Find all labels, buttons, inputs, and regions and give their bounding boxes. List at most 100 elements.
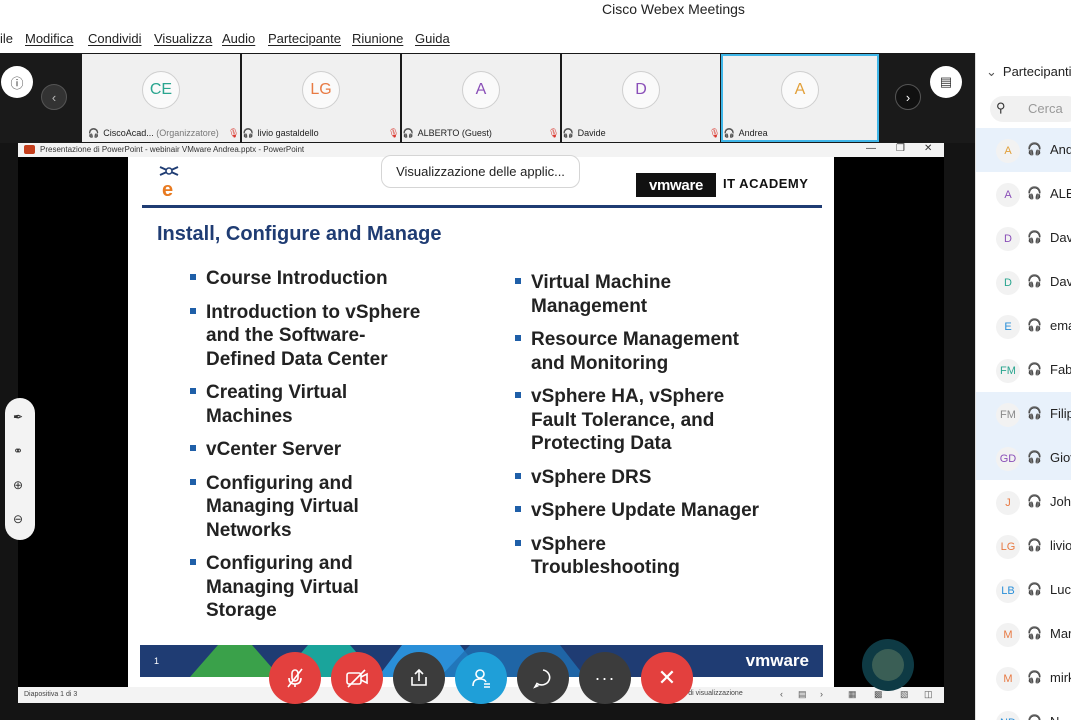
restore-icon[interactable]: ❐ [896,143,905,154]
menu-visualizza[interactable]: Visualizza [154,31,212,46]
list-item: vSphere HA, vSphere Fault Tolerance, and… [515,385,760,456]
participants-button[interactable] [455,652,507,704]
participant-row[interactable]: LG 🎧 livio [976,524,1071,568]
list-item: vCenter Server [190,438,430,462]
chevron-left-icon[interactable]: ‹ [780,689,783,699]
layout-icon: ▤ [939,74,953,89]
chevron-down-icon: ⌄ [986,64,997,79]
headset-icon: 🎧 [1027,142,1042,156]
svg-text:e: e [162,179,173,199]
participant-row[interactable]: GD 🎧 Giovanni [976,436,1071,480]
participant-row[interactable]: A 🎧 ALBERTO [976,172,1071,216]
menu-partecipante[interactable]: Partecipante [268,31,341,46]
next-videos-button[interactable]: › [895,84,921,110]
list-item: Configuring and Managing Virtual Network… [190,472,430,543]
tile-label: 🎙 🎧 Davide [548,128,606,138]
mute-button[interactable] [269,652,321,704]
avatar: M [996,623,1020,647]
avatar: CE [142,71,180,109]
menu-file[interactable]: ile [0,31,13,46]
zoom-in-icon[interactable]: ⊕ [13,478,23,492]
menu-modifica[interactable]: Modifica [25,31,73,46]
header-rule [142,205,822,208]
participant-name: Giovanni [1050,450,1071,465]
video-tile-active-speaker[interactable]: A 🎙 🎧 Andrea [709,54,879,142]
avatar: FM [996,359,1020,383]
notes-icon[interactable]: ▤ [798,689,807,700]
minimize-icon[interactable]: — [866,143,876,154]
slide-counter: Diapositiva 1 di 3 [24,691,78,698]
leave-meeting-button[interactable]: ✕ [641,652,693,704]
menu-condividi[interactable]: Condividi [88,31,141,46]
self-view-avatar [872,649,904,681]
participant-name: John [1050,494,1071,509]
previous-videos-button[interactable]: ‹ [41,84,67,110]
remote-control-icon[interactable]: ⚭ [13,444,23,458]
participant-row[interactable]: M 🎧 Marco [976,612,1071,656]
avatar: D [996,227,1020,251]
self-view-bubble[interactable] [862,639,914,691]
tile-label: 🎧 CiscoAcad... (Organizzatore) [88,128,219,138]
participant-row[interactable]: D 🎧 Davide [976,260,1071,304]
annotate-icon[interactable]: ✒ [13,410,23,424]
layout-button[interactable]: ▤ [930,66,962,98]
participant-name: Marco [1050,626,1071,641]
share-icon [411,668,427,686]
video-tile[interactable]: LG 🎙 🎧 livio gastaldello [228,54,400,142]
video-tile[interactable]: D 🎙 🎧 Davide [548,54,720,142]
close-icon[interactable]: ✕ [924,143,932,154]
tile-label: 🎙 🎧 livio gastaldello [228,128,319,138]
zoom-out-icon[interactable]: ⊖ [13,512,23,526]
participant-row[interactable]: A 🎧 Andrea [976,128,1071,172]
chevron-right-icon[interactable]: › [820,689,823,699]
participant-row[interactable]: ND 🎧 N [976,700,1071,720]
right-bullet-list: Virtual Machine Management Resource Mana… [515,271,760,590]
menu-guida[interactable]: Guida [415,31,450,46]
reading-view-icon[interactable]: ▧ [900,689,909,700]
list-item: vSphere Update Manager [515,499,760,523]
participant-row[interactable]: M 🎧 mirko [976,656,1071,700]
panel-header[interactable]: ⌄ Partecipanti [986,64,1071,80]
participant-row[interactable]: D 🎧 Davide [976,216,1071,260]
participant-search[interactable]: ⚲ Cerca [990,96,1071,122]
avatar: A [462,71,500,109]
avatar: A [996,139,1020,163]
close-icon: ✕ [657,665,677,690]
annotation-toolbar: ✒ ⚭ ⊕ ⊖ [5,398,35,540]
more-options-button[interactable]: ··· [579,652,631,704]
avatar: LG [996,535,1020,559]
participant-row[interactable]: LB 🎧 Luca [976,568,1071,612]
search-placeholder: Cerca [1028,101,1063,116]
normal-view-icon[interactable]: ▦ [848,689,857,700]
menu-riunione[interactable]: Riunione [352,31,403,46]
participant-row[interactable]: J 🎧 John [976,480,1071,524]
video-tile[interactable]: CE 🎧 CiscoAcad... (Organizzatore) [82,54,240,142]
participants-icon [472,669,490,688]
avatar: ND [996,711,1020,720]
webex-app: Cisco Webex Meetings ile Modifica Condiv… [0,0,1071,720]
video-tile[interactable]: A 🎙 🎧 ALBERTO (Guest) [388,54,560,142]
slide-number: 1 [154,656,160,666]
participant-name: ALBERTO [1050,186,1071,201]
vmware-footer-logo: vmware [745,651,809,670]
slide: e vmware IT ACADEMY Install, Configure a… [128,157,834,687]
sorter-view-icon[interactable]: ▩ [874,689,883,700]
avatar: LG [302,71,340,109]
menu-audio[interactable]: Audio [222,31,255,46]
stop-video-button[interactable] [331,652,383,704]
avatar: A [996,183,1020,207]
participant-row[interactable]: FM 🎧 Fabio [976,348,1071,392]
participant-row[interactable]: E 🎧 emanuele [976,304,1071,348]
chat-button[interactable] [517,652,569,704]
slideshow-icon[interactable]: ◫ [924,689,933,700]
participant-row[interactable]: FM 🎧 Filippo [976,392,1071,436]
share-content-button[interactable] [393,652,445,704]
avatar: J [996,491,1020,515]
info-button[interactable]: ⓘ [1,66,33,98]
list-item: vSphere Troubleshooting [515,533,760,580]
headset-icon: 🎧 [1027,230,1042,244]
video-off-icon [346,669,368,688]
participants-panel: ⌄Partecipanti ⚲ Cerca A 🎧 Andrea A 🎧 ALBERTO D… [975,53,1071,720]
sharing-status-pill[interactable]: Visualizzazione delle applic... [381,155,580,188]
search-icon: ⚲ [996,100,1006,115]
